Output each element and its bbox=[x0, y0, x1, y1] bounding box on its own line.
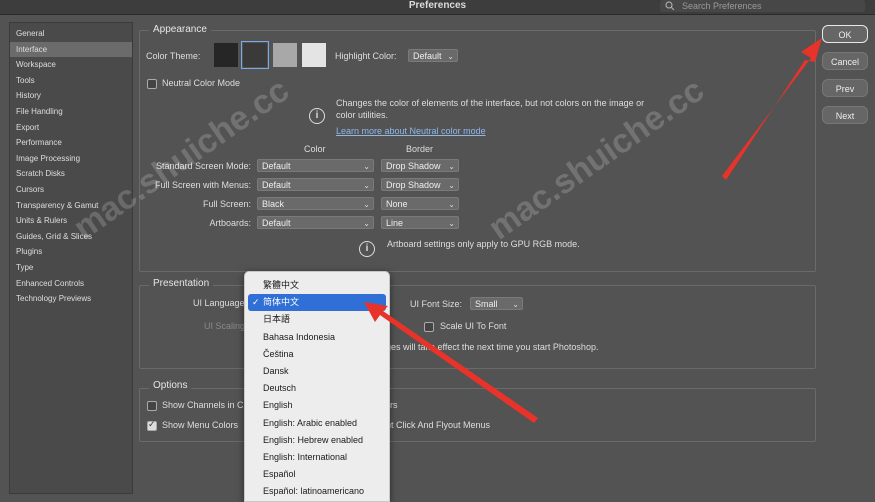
annotation-arrows bbox=[364, 38, 822, 423]
arrow-to-selected-language bbox=[364, 302, 538, 423]
arrow-to-ok-button bbox=[722, 38, 822, 180]
